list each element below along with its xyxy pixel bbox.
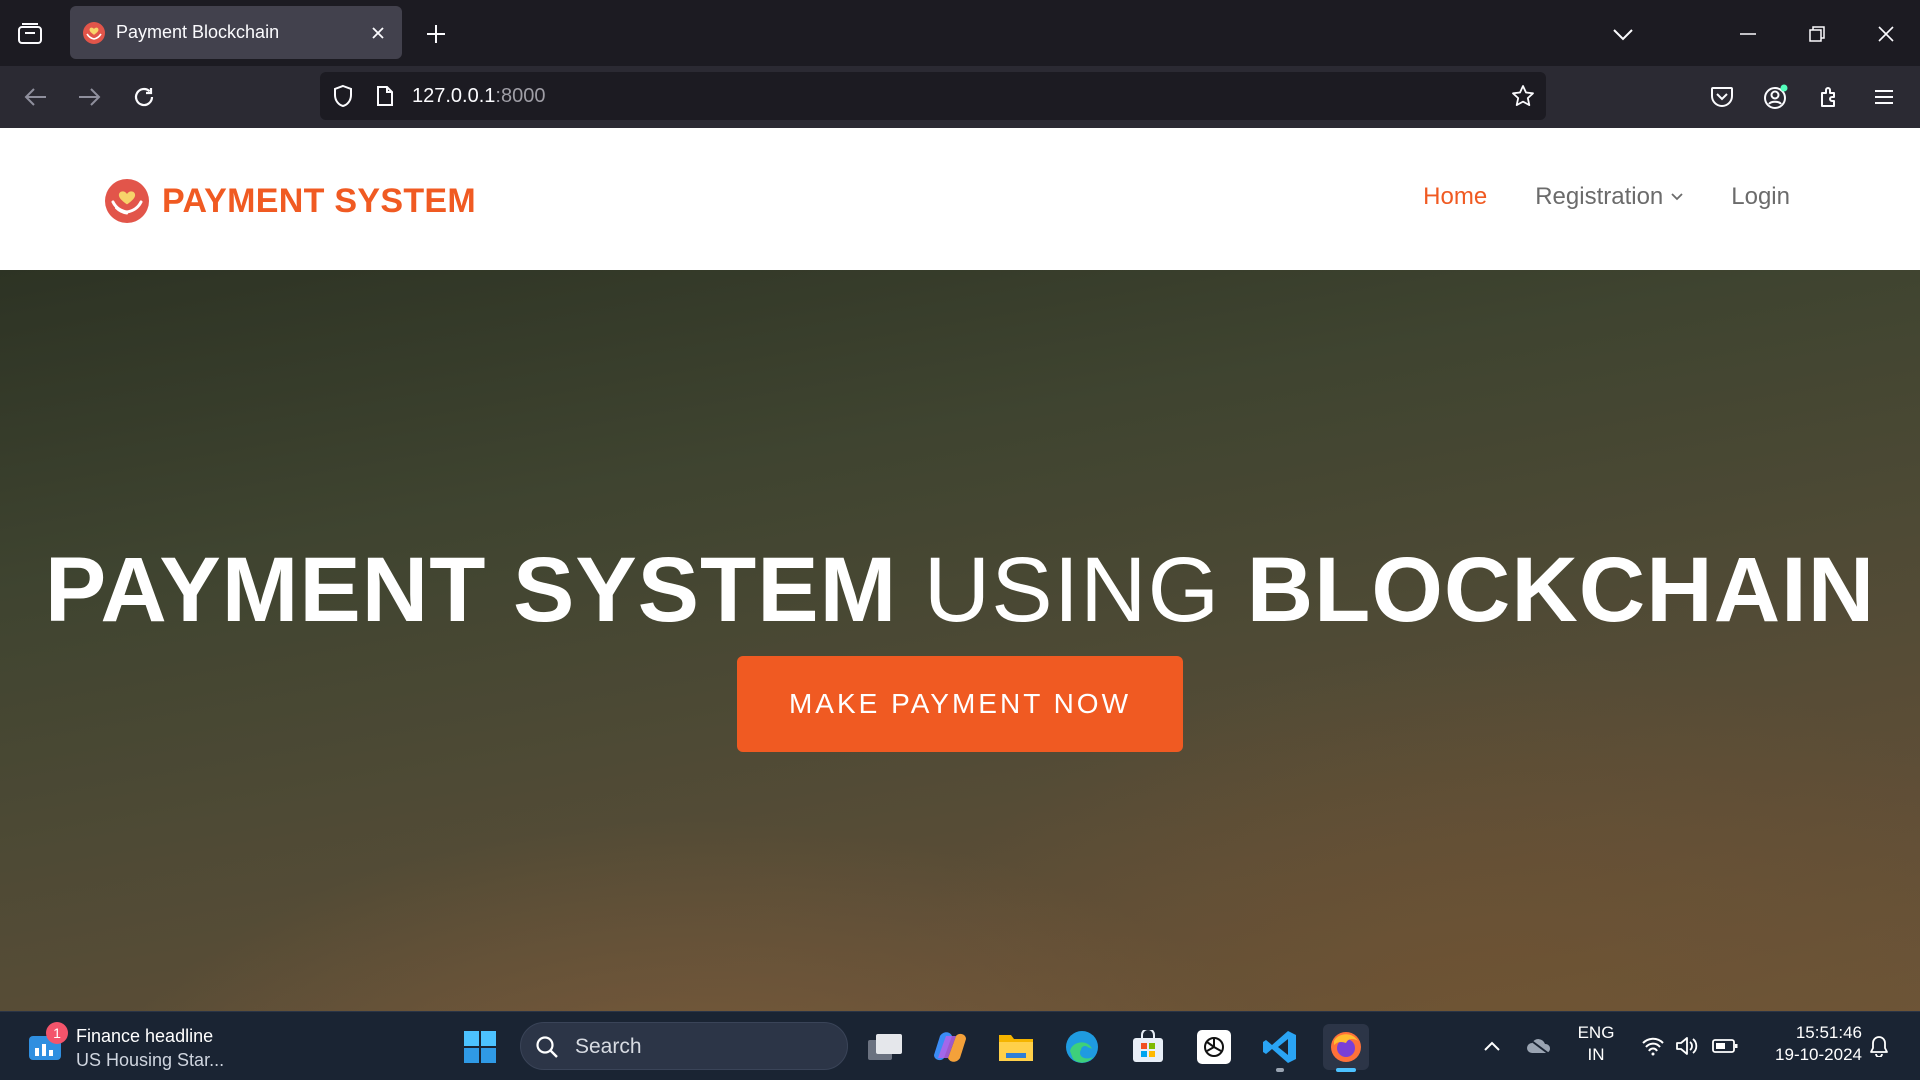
- main-menu: Home Registration Login: [1375, 183, 1790, 211]
- task-view-icon[interactable]: [862, 1024, 908, 1070]
- firefox-icon[interactable]: [1323, 1024, 1369, 1072]
- region-code: IN: [1587, 1045, 1605, 1064]
- nav-registration-dropdown[interactable]: Registration: [1535, 183, 1683, 211]
- browser-navigation-bar: 127.0.0.1:8000: [0, 66, 1920, 128]
- extensions-puzzle-icon[interactable]: [1813, 80, 1847, 114]
- hero-title-part1: PAYMENT SYSTEM: [44, 539, 898, 641]
- nav-registration-label: Registration: [1535, 183, 1664, 210]
- back-arrow-icon[interactable]: [19, 80, 53, 114]
- bookmark-star-icon[interactable]: [1510, 83, 1536, 109]
- url-text[interactable]: 127.0.0.1:8000: [412, 85, 545, 108]
- windows-taskbar: 1 Finance headline US Housing Star... Se…: [0, 1011, 1920, 1080]
- wifi-icon[interactable]: [1638, 1026, 1668, 1066]
- search-label: Search: [575, 1035, 642, 1058]
- pocket-icon[interactable]: [1705, 80, 1739, 114]
- nav-login-link[interactable]: Login: [1731, 183, 1790, 211]
- language-code: ENG: [1577, 1023, 1615, 1042]
- widget-subtitle: US Housing Star...: [76, 1050, 225, 1070]
- app-menu-hamburger-icon[interactable]: [1867, 80, 1901, 114]
- restore-window-icon[interactable]: [1801, 18, 1833, 50]
- hero-section: PAYMENT SYSTEM USING BLOCKCHAIN MAKE PAY…: [0, 270, 1920, 1011]
- brand-logo-icon: [105, 179, 149, 223]
- site-favicon-icon: [82, 21, 106, 45]
- clock-time: 15:51:46: [1795, 1023, 1862, 1042]
- hero-title-part3: BLOCKCHAIN: [1246, 539, 1876, 641]
- account-icon[interactable]: [1759, 80, 1793, 114]
- copilot-icon[interactable]: [927, 1024, 973, 1070]
- new-tab-icon[interactable]: [420, 18, 452, 50]
- browser-tab-active[interactable]: Payment Blockchain: [70, 6, 402, 59]
- hero-title: PAYMENT SYSTEM USING BLOCKCHAIN: [0, 538, 1920, 643]
- tracking-protection-shield-icon[interactable]: [330, 83, 356, 109]
- close-tab-icon[interactable]: [366, 21, 390, 45]
- notifications-bell-icon[interactable]: [1864, 1026, 1894, 1066]
- file-explorer-icon[interactable]: [993, 1024, 1039, 1070]
- chatgpt-icon[interactable]: [1191, 1024, 1237, 1070]
- site-header: PAYMENT SYSTEM Home Registration Login: [0, 128, 1920, 270]
- widget-headline: Finance headline: [76, 1026, 214, 1046]
- windows-start-icon[interactable]: [457, 1024, 503, 1070]
- url-host: 127.0.0.1: [412, 85, 496, 107]
- chevron-down-icon: [1671, 193, 1683, 201]
- show-hidden-icons-chevron-up-icon[interactable]: [1480, 1026, 1504, 1066]
- volume-speaker-icon[interactable]: [1672, 1026, 1702, 1066]
- minimize-window-icon[interactable]: [1732, 18, 1764, 50]
- input-language-indicator[interactable]: ENG IN: [1570, 1022, 1622, 1066]
- system-clock[interactable]: 15:51:46 19-10-2024: [1752, 1022, 1862, 1066]
- page-info-icon[interactable]: [372, 83, 398, 109]
- reload-icon[interactable]: [127, 80, 161, 114]
- page-viewport: PAYMENT SYSTEM Home Registration Login P…: [0, 128, 1920, 1011]
- microsoft-store-icon[interactable]: [1125, 1024, 1171, 1070]
- brand-home-link[interactable]: PAYMENT SYSTEM: [104, 178, 476, 224]
- tab-title: Payment Blockchain: [116, 22, 280, 42]
- tab-overview-icon[interactable]: [14, 18, 46, 50]
- make-payment-button[interactable]: MAKE PAYMENT NOW: [737, 656, 1183, 752]
- brand-name: PAYMENT SYSTEM: [162, 181, 477, 220]
- nav-home-link[interactable]: Home: [1423, 183, 1487, 211]
- edge-browser-icon[interactable]: [1059, 1024, 1105, 1070]
- address-bar[interactable]: 127.0.0.1:8000: [320, 72, 1546, 120]
- battery-icon[interactable]: [1708, 1026, 1742, 1066]
- news-widget[interactable]: 1 Finance headline US Housing Star...: [28, 1022, 268, 1072]
- clock-date: 19-10-2024: [1775, 1045, 1862, 1064]
- active-app-indicator: [1336, 1068, 1356, 1072]
- onedrive-cloud-icon[interactable]: [1522, 1026, 1556, 1066]
- taskbar-search-box[interactable]: Search: [520, 1022, 848, 1070]
- forward-arrow-icon[interactable]: [72, 80, 106, 114]
- running-indicator: [1276, 1068, 1284, 1072]
- browser-tab-strip: Payment Blockchain: [0, 0, 1920, 66]
- notification-count-badge: 1: [46, 1022, 68, 1044]
- url-port: :8000: [495, 85, 546, 107]
- vscode-icon[interactable]: [1257, 1024, 1303, 1072]
- hero-title-part2: USING: [897, 539, 1247, 641]
- list-all-tabs-chevron-icon[interactable]: [1607, 18, 1639, 50]
- search-icon: [536, 1036, 558, 1058]
- close-window-icon[interactable]: [1870, 18, 1902, 50]
